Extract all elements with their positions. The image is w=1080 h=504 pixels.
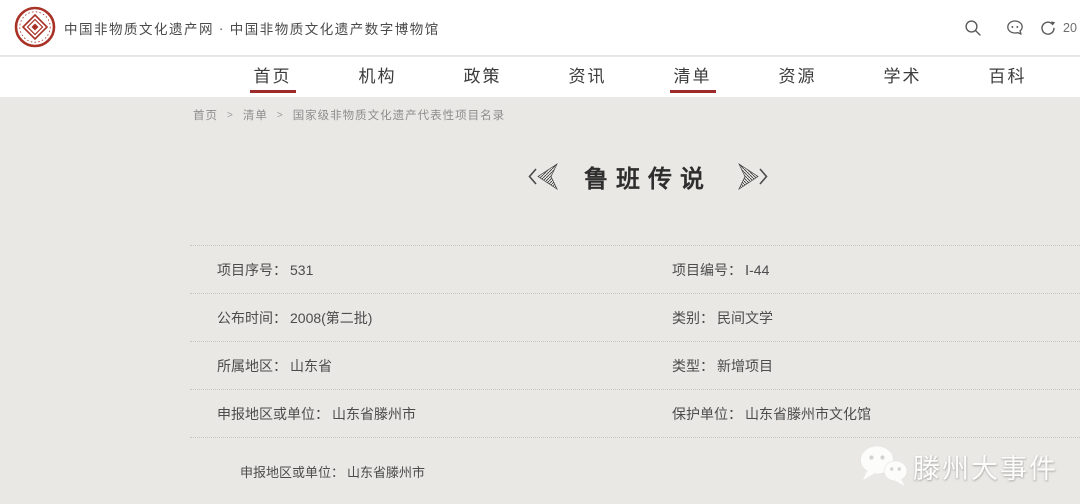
nav-label: 资讯 [568, 66, 607, 86]
nav-label: 机构 [358, 66, 397, 86]
field-protection-unit: 保护单位： 山东省滕州市文化馆 [672, 406, 871, 422]
breadcrumb-separator: > [276, 109, 284, 121]
nav-item-encyclopedia[interactable]: 百科 [955, 57, 1060, 97]
field-project-code: 项目编号： Ⅰ-44 [672, 261, 770, 279]
nav-label: 学术 [883, 66, 922, 86]
nav-item-policy[interactable]: 政策 [430, 57, 535, 97]
active-underline [249, 90, 296, 93]
field-type: 类型： 新增项目 [672, 358, 773, 374]
site-header: 中国非物质文化遗产网 · 中国非物质文化遗产数字博物馆 20 [0, 0, 1080, 56]
page-title: 鲁班传说 [584, 167, 712, 193]
table-row: 公布时间： 2008(第二批) 类别： 民间文学 [190, 293, 1080, 341]
site-title: 中国非物质文化遗产网 · 中国非物质文化遗产数字博物馆 [64, 21, 440, 37]
breadcrumb-home[interactable]: 首页 [193, 107, 218, 123]
field-region: 所属地区： 山东省 [217, 358, 332, 374]
field-publish-time: 公布时间： 2008(第二批) [217, 310, 373, 326]
share-icon[interactable] [1039, 19, 1057, 37]
field-category: 类别： 民间文学 [672, 310, 773, 326]
nav-label: 政策 [463, 66, 502, 86]
breadcrumb-separator: > [227, 109, 234, 121]
watermark: 滕州大事件 [858, 443, 1058, 489]
table-row: 项目序号： 531 项目编号： Ⅰ-44 [190, 245, 1080, 293]
breadcrumb: 首页 > 清单 > 国家级非物质文化遗产代表性项目名录 [193, 107, 505, 123]
nav-item-home[interactable]: 首页 [220, 57, 325, 97]
header-clipped-text: 20 [1063, 21, 1077, 35]
comment-icon[interactable] [1006, 19, 1024, 37]
watermark-text: 滕州大事件 [913, 453, 1058, 484]
breadcrumb-lists[interactable]: 清单 [243, 107, 268, 123]
left-ornament-icon [528, 163, 558, 190]
table-row: 申报地区或单位： 山东省滕州市 保护单位： 山东省滕州市文化馆 [190, 389, 1080, 437]
nav-item-news[interactable]: 资讯 [535, 57, 640, 97]
nav-label: 百科 [988, 66, 1027, 86]
seal-logo-icon[interactable] [14, 6, 56, 48]
active-underline [669, 90, 716, 93]
nav-item-academic[interactable]: 学术 [850, 57, 955, 97]
nav-item-institutions[interactable]: 机构 [325, 57, 430, 97]
nav-label: 资源 [778, 66, 817, 86]
nav-label: 清单 [673, 66, 712, 86]
field-applicant-unit: 申报地区或单位： 山东省滕州市 [217, 406, 416, 422]
table-row: 所属地区： 山东省 类型： 新增项目 [190, 341, 1080, 389]
wechat-icon [860, 445, 908, 486]
nav-label: 首页 [253, 66, 292, 86]
main-navigation: 首页 机构 政策 资讯 清单 资源 学术 百科 [0, 57, 1080, 97]
title-row: 鲁班传说 [528, 159, 768, 194]
field-serial-number: 项目序号： 531 [217, 262, 314, 278]
nav-items: 首页 机构 政策 资讯 清单 资源 学术 百科 [220, 57, 1060, 97]
nav-item-lists[interactable]: 清单 [640, 57, 745, 97]
right-ornament-icon [738, 163, 768, 190]
nav-item-resources[interactable]: 资源 [745, 57, 850, 97]
search-icon[interactable] [964, 19, 982, 37]
breadcrumb-current: 国家级非物质文化遗产代表性项目名录 [292, 110, 506, 122]
field-applicant-unit: 申报地区或单位： 山东省滕州市 [240, 464, 426, 480]
